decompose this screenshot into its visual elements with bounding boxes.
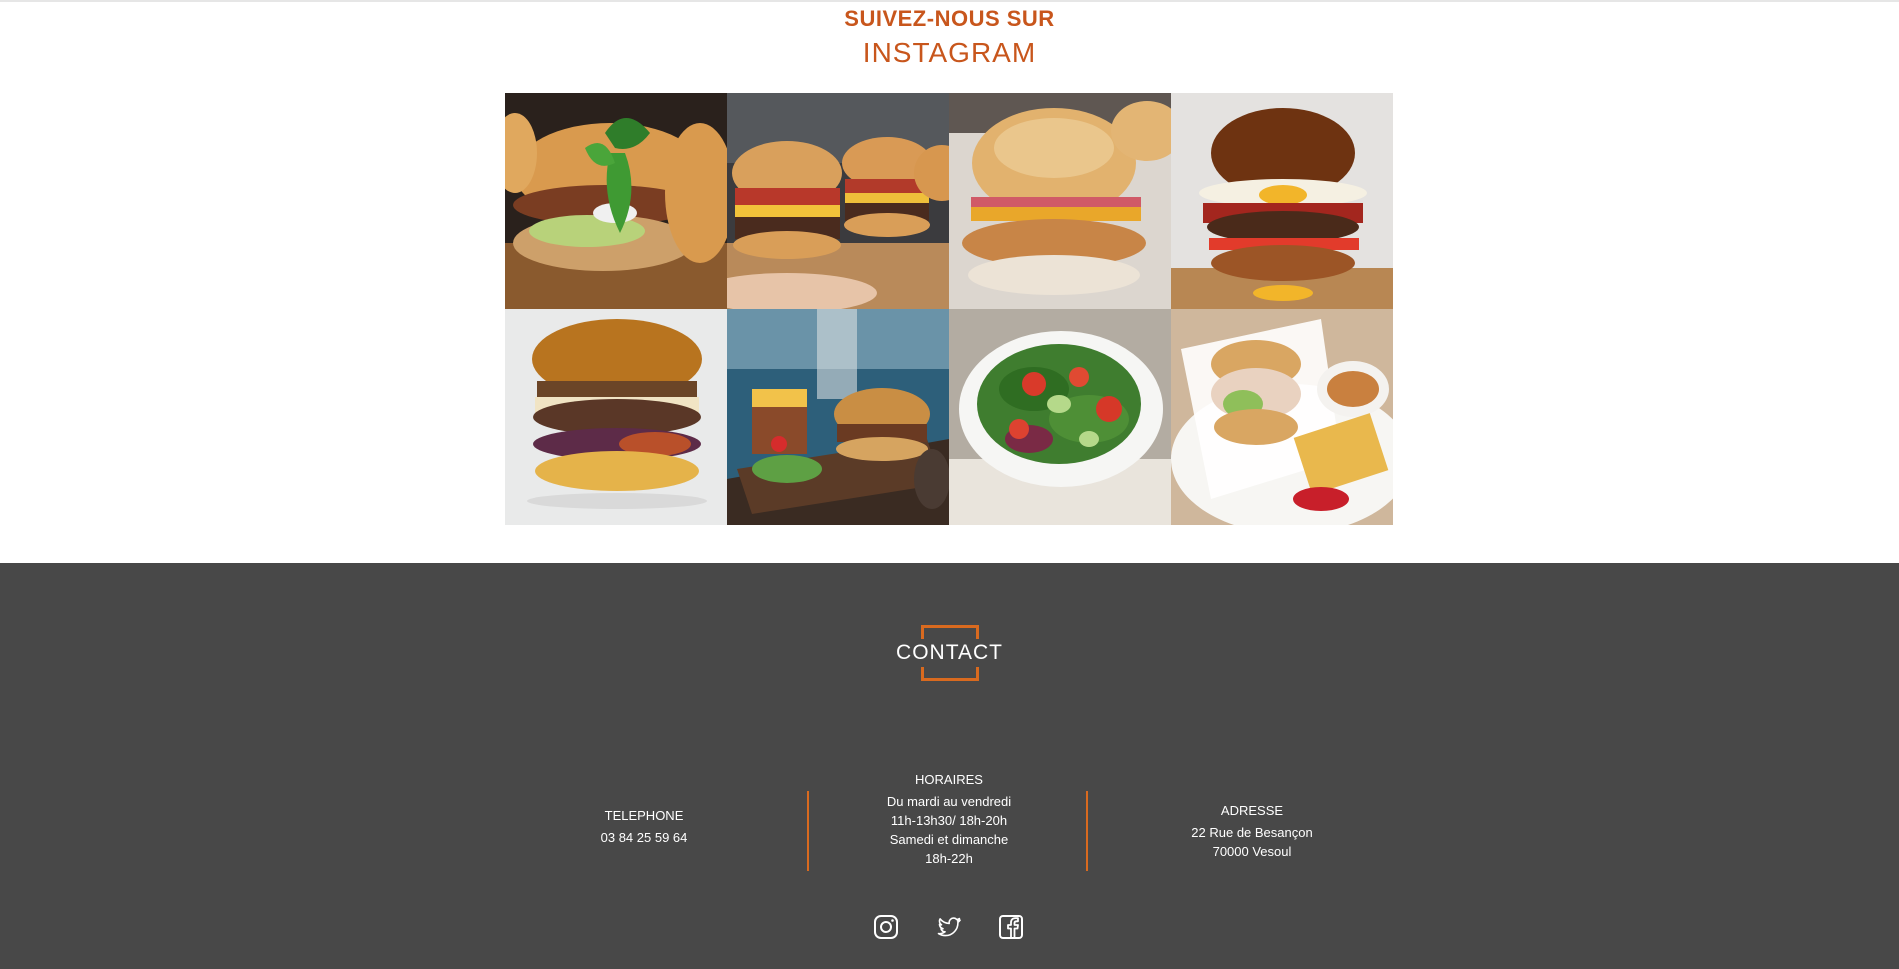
instagram-title[interactable]: INSTAGRAM [0, 35, 1899, 71]
instagram-photo[interactable] [949, 309, 1171, 525]
telephone-block: TELEPHONE 03 84 25 59 64 [544, 806, 744, 847]
facebook-icon [999, 915, 1023, 939]
telephone-heading: TELEPHONE [604, 808, 684, 823]
instagram-photo[interactable] [727, 93, 949, 309]
salad-image [949, 309, 1171, 525]
instagram-photo[interactable] [1171, 93, 1393, 309]
contact-title: CONTACT [896, 641, 1003, 664]
hours-block: HORAIRES Du mardi au vendredi 11h-13h30/… [849, 770, 1049, 868]
address-line: 22 Rue de Besançon [1191, 825, 1313, 840]
chicken-burger-image [949, 93, 1171, 309]
social-links [0, 913, 1899, 943]
instagram-header: SUIVEZ-NOUS SUR INSTAGRAM [0, 5, 1899, 71]
bracket-bottom [921, 667, 979, 681]
wrapped-burger-image [1171, 309, 1393, 525]
hours-line: 18h-22h [925, 851, 973, 866]
brioche-burger-image [505, 309, 727, 525]
address-heading: ADRESSE [1220, 803, 1284, 818]
address-line: 70000 Vesoul [1212, 844, 1292, 859]
instagram-photo[interactable] [949, 93, 1171, 309]
address-block: ADRESSE 22 Rue de Besançon 70000 Vesoul [1152, 801, 1352, 861]
twitter-icon [937, 917, 961, 937]
twitter-link[interactable] [935, 913, 963, 941]
instagram-photo[interactable] [505, 309, 727, 525]
footer: CONTACT TELEPHONE 03 84 25 59 64 HORAIRE… [0, 563, 1899, 969]
instagram-gallery [505, 93, 1393, 525]
burger-fries-image [727, 309, 949, 525]
instagram-photo[interactable] [1171, 309, 1393, 525]
page: SUIVEZ-NOUS SUR INSTAGRAM CONTACT TELEPH… [0, 0, 1899, 969]
burger-basil-image [505, 93, 727, 309]
column-divider [807, 791, 809, 871]
telephone-number[interactable]: 03 84 25 59 64 [544, 828, 744, 847]
instagram-photo[interactable] [505, 93, 727, 309]
instagram-link[interactable] [872, 913, 900, 941]
contact-heading: CONTACT [0, 625, 1899, 681]
column-divider [1086, 791, 1088, 871]
hours-line: Samedi et dimanche [889, 832, 1009, 847]
sliders-image [727, 93, 949, 309]
top-divider [0, 0, 1899, 2]
bracket-top [921, 625, 979, 639]
facebook-link[interactable] [997, 913, 1025, 941]
hours-heading: HORAIRES [915, 772, 983, 787]
hours-line: 11h-13h30/ 18h-20h [890, 813, 1008, 828]
instagram-kicker: SUIVEZ-NOUS SUR [844, 6, 1055, 31]
hours-line: Du mardi au vendredi [886, 794, 1012, 809]
instagram-photo[interactable] [727, 309, 949, 525]
pretzel-burger-image [1171, 93, 1393, 309]
instagram-icon [874, 915, 898, 939]
